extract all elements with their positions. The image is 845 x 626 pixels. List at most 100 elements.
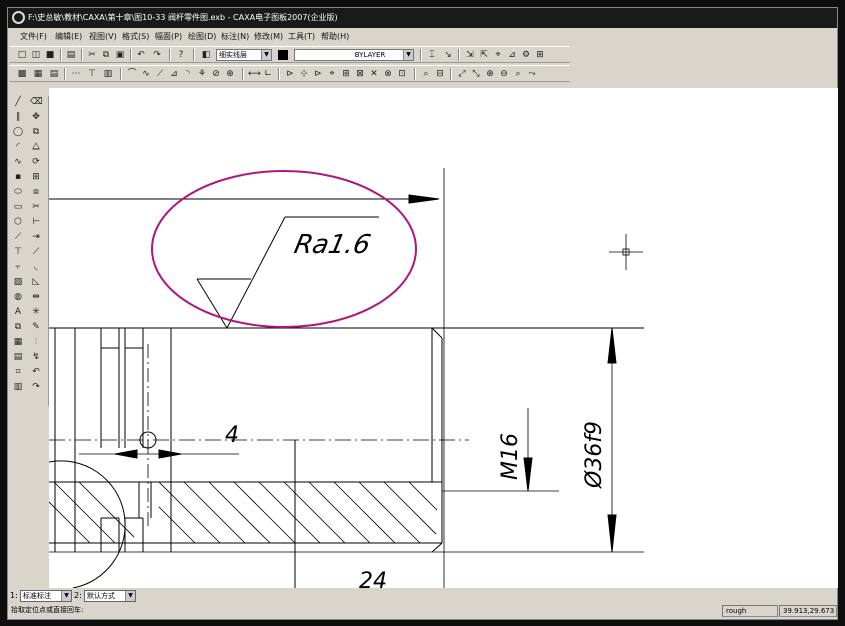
redo-entity-icon[interactable]: ↷ bbox=[30, 381, 42, 394]
image-insert-icon[interactable]: ▤ bbox=[12, 351, 24, 364]
prop-select-2[interactable]: 默认方式 ▼ bbox=[84, 590, 136, 602]
fill-icon[interactable]: ◍ bbox=[12, 291, 24, 304]
move-icon[interactable]: ✥ bbox=[30, 111, 42, 124]
block-icon[interactable]: ⧉ bbox=[12, 321, 24, 334]
extend-entity-icon[interactable]: ⇥ bbox=[30, 231, 42, 244]
centerline-icon[interactable]: ⊤ bbox=[12, 246, 24, 259]
menu-paper[interactable]: 幅面(P) bbox=[155, 31, 182, 42]
menu-dimension[interactable]: 标注(N) bbox=[221, 31, 249, 42]
cut-entity-icon[interactable]: ✂ bbox=[30, 201, 42, 214]
point-icon[interactable]: ▪ bbox=[12, 171, 24, 184]
edit-text-icon[interactable]: ✎ bbox=[30, 321, 42, 334]
color-swatch[interactable] bbox=[278, 50, 288, 60]
mirror-entity-icon[interactable]: ⧋ bbox=[30, 141, 42, 154]
rotate-icon[interactable]: ⟳ bbox=[30, 156, 42, 169]
hatch-icon[interactable]: ▨ bbox=[12, 276, 24, 289]
explode-icon[interactable]: ✳ bbox=[30, 306, 42, 319]
tool-d-icon[interactable]: ⊿ bbox=[506, 49, 518, 61]
properties-icon[interactable]: ⌶ bbox=[426, 49, 438, 61]
snap-c-icon[interactable]: ⊳ bbox=[312, 68, 324, 80]
open-file-icon[interactable]: ◫ bbox=[30, 49, 42, 61]
menu-modify[interactable]: 修改(M) bbox=[254, 31, 283, 42]
lib-icon[interactable]: ▥ bbox=[102, 68, 114, 80]
new-file-icon[interactable]: □ bbox=[16, 49, 28, 61]
tool-a-icon[interactable]: ⇲ bbox=[464, 49, 476, 61]
chevron-down-icon[interactable]: ▼ bbox=[261, 50, 271, 60]
mirror-icon[interactable]: ⊘ bbox=[210, 68, 222, 80]
zoom-dynamic-icon[interactable]: ⤡ bbox=[470, 68, 482, 80]
titleblock-icon[interactable]: ▤ bbox=[48, 68, 60, 80]
redo-icon[interactable]: ↷ bbox=[151, 49, 163, 61]
zoom-in-icon[interactable]: ⊕ bbox=[484, 68, 496, 80]
snap-g-icon[interactable]: ✕ bbox=[368, 68, 380, 80]
menu-draw[interactable]: 绘图(D) bbox=[188, 31, 216, 42]
array-icon[interactable]: ⚘ bbox=[196, 68, 208, 80]
menu-format[interactable]: 格式(S) bbox=[122, 31, 149, 42]
tool-b-icon[interactable]: ⇱ bbox=[478, 49, 490, 61]
array-entity-icon[interactable]: ⊞ bbox=[30, 171, 42, 184]
spline-icon[interactable]: ∿ bbox=[12, 156, 24, 169]
help-icon[interactable]: ? bbox=[175, 49, 187, 61]
menu-edit[interactable]: 编辑(E) bbox=[55, 31, 82, 42]
polyline-icon[interactable]: ⟋ bbox=[12, 231, 24, 244]
polygon-icon[interactable]: ⬡ bbox=[12, 216, 24, 229]
menu-tools[interactable]: 工具(T) bbox=[288, 31, 315, 42]
scale-icon[interactable]: ⊕ bbox=[224, 68, 236, 80]
match-icon[interactable]: ↯ bbox=[30, 351, 42, 364]
pan-icon[interactable]: ⤢ bbox=[456, 68, 468, 80]
paste-icon[interactable]: ▣ bbox=[114, 49, 126, 61]
snap-d-icon[interactable]: ⌖ bbox=[326, 68, 338, 80]
chevron-down-icon[interactable]: ▼ bbox=[125, 591, 135, 601]
copy-entity-icon[interactable]: ⧉ bbox=[30, 126, 42, 139]
property-brush-icon[interactable]: ↘ bbox=[442, 49, 454, 61]
menu-view[interactable]: 视图(V) bbox=[89, 31, 117, 42]
snap-a-icon[interactable]: ⊳ bbox=[284, 68, 296, 80]
save-icon[interactable]: ■ bbox=[44, 49, 56, 61]
title-bar[interactable]: F:\史总敏\教材\CAXA\第十章\图10-33 阀杆零件图.exb - CA… bbox=[8, 8, 837, 28]
ellipse-icon[interactable]: ⬭ bbox=[12, 186, 24, 199]
linear-dim-icon[interactable]: ⟷ bbox=[248, 68, 261, 80]
undo-icon[interactable]: ↶ bbox=[135, 49, 147, 61]
tool-c-icon[interactable]: ⌖ bbox=[492, 49, 504, 61]
zoom-extents-icon[interactable]: ⊟ bbox=[434, 68, 446, 80]
menu-help[interactable]: 帮助(H) bbox=[321, 31, 349, 42]
stretch-icon[interactable]: ⇹ bbox=[30, 291, 42, 304]
zoom-window-icon[interactable]: ⌕ bbox=[420, 68, 432, 80]
circle-icon[interactable]: ◯ bbox=[12, 126, 24, 139]
image-icon[interactable]: ▩ bbox=[16, 68, 28, 80]
symbol-icon[interactable]: ⌗ bbox=[12, 366, 24, 379]
rectangle-icon[interactable]: ▭ bbox=[12, 201, 24, 214]
parallel-line-icon[interactable]: ∥ bbox=[12, 111, 24, 124]
tool-f-icon[interactable]: ⊞ bbox=[534, 49, 546, 61]
offset-icon[interactable]: ⌒ bbox=[126, 68, 138, 80]
copy-icon[interactable]: ⧉ bbox=[100, 49, 112, 61]
grid-icon[interactable]: ⋯ bbox=[70, 68, 82, 80]
prop-select-1[interactable]: 标准标注 ▼ bbox=[20, 590, 72, 602]
equidistant-icon[interactable]: ⫟ bbox=[12, 261, 24, 274]
angle-dim-icon[interactable]: ∟ bbox=[262, 68, 274, 80]
print-icon[interactable]: ▤ bbox=[65, 49, 77, 61]
text-icon[interactable]: A bbox=[12, 306, 24, 319]
fillet-icon[interactable]: ◝ bbox=[182, 68, 194, 80]
delete-icon[interactable]: ⌫ bbox=[30, 96, 43, 109]
trim-icon[interactable]: ∿ bbox=[140, 68, 152, 80]
snap-h-icon[interactable]: ⊗ bbox=[382, 68, 394, 80]
extend-icon[interactable]: ⟋ bbox=[154, 68, 166, 80]
cut-icon[interactable]: ✂ bbox=[86, 49, 98, 61]
line-icon[interactable]: ╱ bbox=[12, 96, 24, 109]
arc-icon[interactable]: ◜ bbox=[12, 141, 24, 154]
chevron-down-icon[interactable]: ▼ bbox=[403, 50, 413, 60]
chamfer-icon[interactable]: ⊿ bbox=[168, 68, 180, 80]
zoom-out-icon[interactable]: ⊖ bbox=[498, 68, 510, 80]
break-icon[interactable]: ⟋ bbox=[30, 246, 42, 259]
chamfer-entity-icon[interactable]: ◺ bbox=[30, 276, 42, 289]
tool-e-icon[interactable]: ⚙ bbox=[520, 49, 532, 61]
linetype-select[interactable]: BYLAYER ▼ bbox=[294, 49, 414, 61]
status-mode[interactable]: rough bbox=[722, 605, 778, 617]
align-icon[interactable]: ⫶ bbox=[30, 336, 42, 349]
chevron-down-icon[interactable]: ▼ bbox=[61, 591, 71, 601]
fillet-entity-icon[interactable]: ◟ bbox=[30, 261, 42, 274]
snap-f-icon[interactable]: ⊠ bbox=[354, 68, 366, 80]
snap-e-icon[interactable]: ⊞ bbox=[340, 68, 352, 80]
snap-i-icon[interactable]: ⊡ bbox=[396, 68, 408, 80]
